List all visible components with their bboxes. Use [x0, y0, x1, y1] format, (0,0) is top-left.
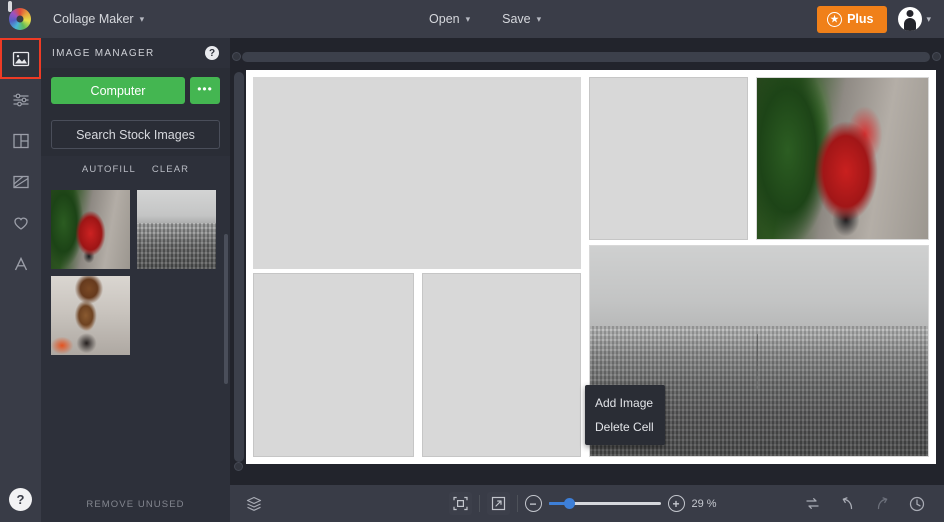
- panel-scrollbar[interactable]: [224, 234, 228, 384]
- zoom-level-value: 29 %: [692, 498, 726, 510]
- stock-block: Search Stock Images: [41, 113, 230, 156]
- history-button[interactable]: [904, 492, 930, 516]
- remove-unused-button[interactable]: REMOVE UNUSED: [41, 486, 230, 522]
- cell-photo: [757, 78, 928, 239]
- text-a-icon: [11, 254, 31, 274]
- chevron-down-icon: ▾: [537, 14, 542, 25]
- fit-to-screen-button[interactable]: [449, 492, 472, 515]
- open-button-label: Open: [429, 12, 460, 26]
- plus-upgrade-button[interactable]: ★ Plus: [817, 6, 887, 33]
- scroll-nub-right: [932, 52, 941, 61]
- sidebar-item-image-manager[interactable]: [0, 38, 41, 79]
- history-clock-icon: [908, 495, 926, 513]
- sidebar-item-text[interactable]: [0, 243, 41, 284]
- question-mark-icon[interactable]: ?: [205, 46, 219, 60]
- account-menu[interactable]: ▾: [895, 4, 934, 34]
- app-title-dropdown[interactable]: Collage Maker ▾: [44, 7, 153, 31]
- sidebar-item-graphics[interactable]: [0, 202, 41, 243]
- vertical-scrollbar[interactable]: [234, 72, 244, 462]
- panel-title: IMAGE MANAGER: [52, 48, 154, 59]
- panel-header: IMAGE MANAGER ?: [41, 38, 230, 68]
- layers-button[interactable]: [241, 492, 267, 516]
- app-title: Collage Maker: [53, 12, 134, 26]
- context-menu-delete-cell[interactable]: Delete Cell: [585, 415, 665, 439]
- image-diagonal-icon: [11, 172, 31, 192]
- divider: [479, 495, 480, 512]
- save-button[interactable]: Save ▾: [490, 6, 553, 32]
- expand-arrow-icon: [490, 495, 507, 512]
- collage-cell-empty-left[interactable]: [253, 273, 414, 457]
- import-button-row: Computer •••: [51, 77, 220, 104]
- sidebar-item-layouts[interactable]: [0, 120, 41, 161]
- thumbnail-list: [41, 182, 230, 482]
- cell-context-menu: Add Image Delete Cell: [585, 385, 665, 445]
- horizontal-scrollbar[interactable]: [242, 52, 930, 62]
- bottom-toolbar: − + 29 %: [230, 485, 944, 522]
- undo-arrow-icon: [839, 495, 856, 512]
- chevron-down-icon: ▾: [926, 14, 931, 25]
- collage-cell-empty-right[interactable]: [422, 273, 581, 457]
- avatar-head: [907, 10, 914, 17]
- canvas-stage: Add Image Delete Cell: [230, 38, 944, 485]
- thumb-paris-bw-aerial[interactable]: [137, 190, 216, 269]
- sidebar-item-backgrounds[interactable]: [0, 161, 41, 202]
- scroll-nub-bottom: [234, 462, 243, 471]
- layers-stack-icon: [245, 495, 263, 513]
- star-circle-icon: ★: [827, 12, 842, 27]
- fit-to-screen-icon: [452, 495, 469, 512]
- swap-button[interactable]: [799, 492, 825, 516]
- chevron-down-icon: ▾: [466, 14, 471, 25]
- zoom-slider-thumb[interactable]: [564, 498, 575, 509]
- context-menu-add-image[interactable]: Add Image: [585, 391, 665, 415]
- header-right-actions: ★ Plus ▾: [817, 4, 944, 34]
- help-button[interactable]: ?: [9, 488, 32, 511]
- redo-button[interactable]: [869, 492, 895, 516]
- collage-cell-scooter[interactable]: [756, 77, 929, 240]
- import-block: Computer •••: [41, 68, 230, 113]
- bazaart-color-wheel-logo-icon: [9, 8, 31, 30]
- collage-maker-app: Collage Maker ▾ Open ▾ Save ▾ ★ Plus: [0, 0, 944, 522]
- app-header: Collage Maker ▾ Open ▾ Save ▾ ★ Plus: [0, 0, 944, 38]
- zoom-out-button[interactable]: −: [525, 495, 542, 512]
- image-mountain-icon: [11, 49, 31, 69]
- thumb-mother-daughter-scooter[interactable]: [51, 276, 130, 355]
- divider: [517, 495, 518, 512]
- thumb-red-scooter-ivy[interactable]: [51, 190, 130, 269]
- redo-arrow-icon: [874, 495, 891, 512]
- autofill-button[interactable]: AUTOFILL: [82, 164, 136, 175]
- undo-button[interactable]: [834, 492, 860, 516]
- save-button-label: Save: [502, 12, 531, 26]
- collage-cell-family[interactable]: [253, 77, 581, 269]
- heart-icon: [11, 213, 31, 233]
- search-stock-images-button[interactable]: Search Stock Images: [51, 120, 220, 149]
- collage-cell-empty-top[interactable]: [589, 77, 748, 240]
- bottom-left-tools: [230, 492, 267, 516]
- sliders-icon: [11, 90, 31, 110]
- thumb-image: [51, 190, 130, 269]
- user-avatar-icon: [898, 7, 922, 31]
- app-logo[interactable]: [0, 0, 40, 38]
- sidebar-item-adjustments[interactable]: [0, 79, 41, 120]
- thumb-image: [51, 276, 130, 355]
- open-button[interactable]: Open ▾: [417, 6, 482, 32]
- grid-layout-icon: [11, 131, 31, 151]
- plus-button-label: Plus: [847, 12, 873, 26]
- computer-upload-button[interactable]: Computer: [51, 77, 185, 104]
- zoom-slider[interactable]: [549, 495, 661, 512]
- chevron-down-icon: ▾: [140, 14, 145, 25]
- cell-photo: [254, 78, 580, 268]
- thumb-image: [137, 190, 216, 269]
- avatar-body: [904, 18, 916, 31]
- scroll-nub-left: [232, 52, 241, 61]
- zoom-in-button[interactable]: +: [668, 495, 685, 512]
- expand-canvas-button[interactable]: [487, 492, 510, 515]
- swap-arrows-icon: [804, 495, 821, 512]
- bottom-right-tools: [799, 492, 944, 516]
- tool-rail: ?: [0, 38, 41, 522]
- header-center-actions: Open ▾ Save ▾: [417, 6, 553, 32]
- more-import-options-button[interactable]: •••: [190, 77, 220, 104]
- clear-button[interactable]: CLEAR: [152, 164, 189, 175]
- autofill-row: AUTOFILL CLEAR: [41, 156, 230, 182]
- image-manager-panel: IMAGE MANAGER ? Computer ••• Search Stoc…: [41, 38, 230, 522]
